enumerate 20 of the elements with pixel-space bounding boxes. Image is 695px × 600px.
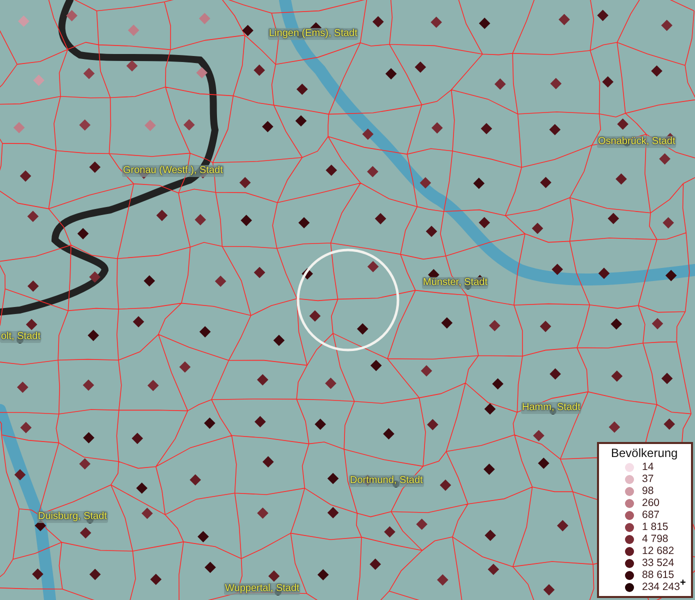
city-label: Münster, Stadt (422, 277, 488, 289)
legend-label: 88 615 (642, 569, 674, 581)
legend-label: 260 (642, 497, 660, 509)
legend-label: 12 682 (642, 545, 674, 557)
city-label: Hamm, Stadt (521, 402, 582, 414)
legend-label: 4 798 (642, 533, 668, 545)
legend-label: 687 (642, 509, 660, 521)
legend-label: 1 815 (642, 521, 668, 533)
city-label: Wuppertal, Stadt (224, 583, 300, 595)
legend-label: 98 (642, 485, 654, 497)
city-label: Duisburg, Stadt (37, 511, 108, 523)
city-label: Dortmund, Stadt (349, 475, 424, 487)
legend-label: 14 (642, 461, 654, 473)
city-label: olt, Stadt (0, 331, 42, 343)
city-label: Gronau (Westf.), Stadt (122, 165, 224, 177)
legend-label: 33 524 (642, 557, 674, 569)
legend-title: Bevölkerung (610, 446, 679, 460)
city-label: Osnabrück, Stadt (597, 136, 676, 148)
city-label: Lingen (Ems), Stadt (268, 28, 358, 40)
legend-label: 37 (642, 473, 654, 485)
